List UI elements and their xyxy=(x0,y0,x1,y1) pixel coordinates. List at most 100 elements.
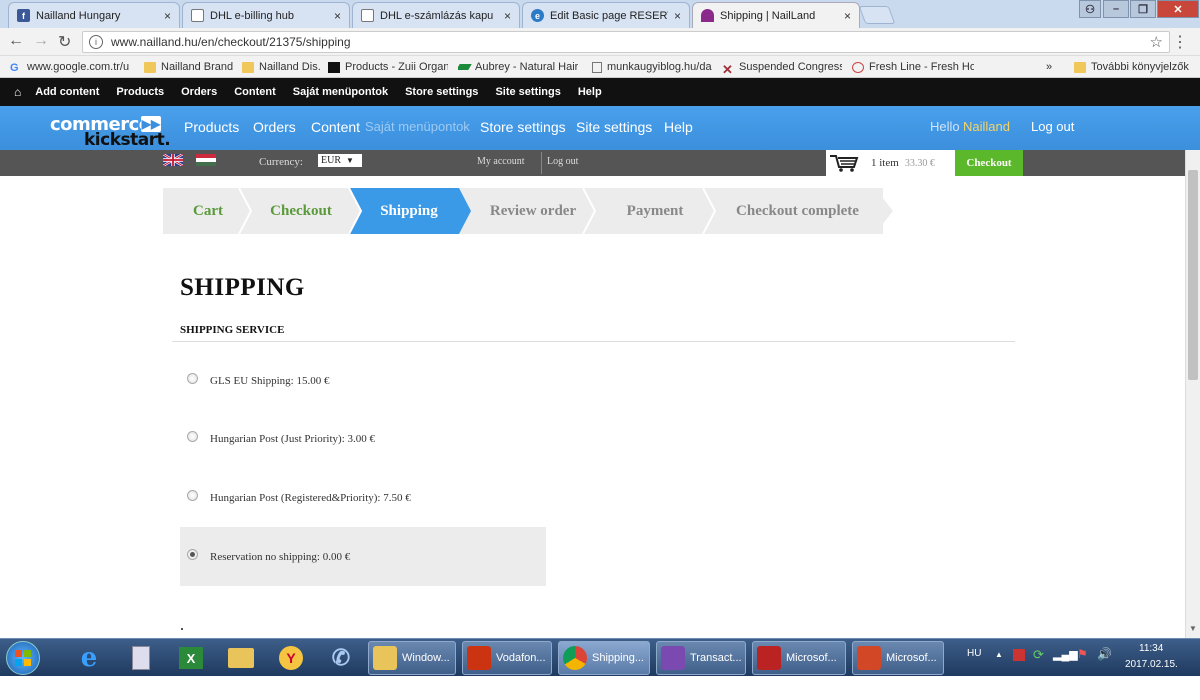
admin-menu-item[interactable]: Store settings xyxy=(405,86,478,98)
maximize-button[interactable]: ❐ xyxy=(1130,0,1156,18)
language-indicator[interactable]: HU xyxy=(967,648,981,659)
windows-start-button[interactable] xyxy=(6,641,40,675)
shipping-option-label[interactable]: Hungarian Post (Registered&Priority): 7.… xyxy=(210,492,411,504)
close-icon[interactable]: × xyxy=(504,9,511,23)
sync-icon[interactable]: ⟳ xyxy=(1033,647,1044,663)
network-icon[interactable]: ▂▄▆ xyxy=(1053,648,1078,661)
browser-tab[interactable]: e Edit Basic page RESERVA × xyxy=(522,2,690,28)
browser-tab-active[interactable]: Shipping | NailLand × xyxy=(692,2,860,28)
volume-icon[interactable]: 🔊 xyxy=(1097,647,1112,661)
checkout-button[interactable]: Checkout xyxy=(955,150,1023,176)
tray-expand-icon[interactable]: ▲ xyxy=(995,650,1003,659)
menu-icon[interactable]: ⋮ xyxy=(1172,32,1188,52)
bookmark-item[interactable]: Fresh Line - Fresh Ho xyxy=(852,59,974,75)
hungary-flag-icon[interactable] xyxy=(196,154,216,166)
nav-sajat-menupontok[interactable]: Saját menüpontok xyxy=(365,119,470,134)
bookmark-item[interactable]: munkaugyiblog.hu/da xyxy=(592,59,712,75)
clock-time[interactable]: 11:34 xyxy=(1139,643,1163,654)
back-arrow-icon[interactable]: ← xyxy=(8,32,24,50)
cart-icon xyxy=(830,155,859,172)
url-input[interactable]: i www.nailland.hu/en/checkout/21375/ship… xyxy=(82,31,1170,53)
my-account-link[interactable]: My account xyxy=(477,156,525,167)
device-icon[interactable]: ⚑ xyxy=(1077,647,1088,661)
folder-icon xyxy=(242,61,254,73)
yandex-icon[interactable]: Y xyxy=(276,643,306,673)
tab-title: Edit Basic page RESERVA xyxy=(550,9,668,22)
cart-summary[interactable]: 1 item 33.30 € xyxy=(826,150,956,176)
nav-orders[interactable]: Orders xyxy=(253,119,296,135)
admin-menu-item[interactable]: Products xyxy=(116,86,164,98)
calculator-icon[interactable] xyxy=(126,643,156,673)
step-cart[interactable]: Cart xyxy=(163,188,253,234)
info-icon[interactable]: i xyxy=(89,35,103,49)
action-center-icon[interactable] xyxy=(1013,649,1025,661)
taskbar-window-button[interactable]: Vodafon... xyxy=(462,641,552,675)
admin-menu-item[interactable]: Site settings xyxy=(495,86,560,98)
new-tab-button[interactable] xyxy=(858,6,896,24)
shipping-option-label[interactable]: GLS EU Shipping: 15.00 € xyxy=(210,375,329,387)
nav-content[interactable]: Content xyxy=(311,119,360,135)
other-bookmarks-folder[interactable]: További könyvjelzők xyxy=(1074,59,1196,75)
nav-products[interactable]: Products xyxy=(184,119,239,135)
shipping-option-label[interactable]: Hungarian Post (Just Priority): 3.00 € xyxy=(210,433,375,445)
taskbar-window-button[interactable]: Window... xyxy=(368,641,456,675)
hello-text: Hello xyxy=(930,119,960,134)
currency-select[interactable]: EUR ▼ xyxy=(318,154,362,167)
shipping-option-label[interactable]: Reservation no shipping: 0.00 € xyxy=(210,551,350,563)
shipping-radio-reservation[interactable] xyxy=(187,549,198,560)
nav-store-settings[interactable]: Store settings xyxy=(480,119,566,135)
shipping-radio-post-priority[interactable] xyxy=(187,431,198,442)
internet-explorer-icon[interactable]: e xyxy=(74,643,104,673)
more-bookmarks-button[interactable]: » xyxy=(1046,59,1060,75)
scroll-down-icon[interactable]: ▼ xyxy=(1189,624,1197,633)
shipping-radio-post-registered[interactable] xyxy=(187,490,198,501)
admin-menu-item[interactable]: Saját menüpontok xyxy=(293,86,388,98)
nav-site-settings[interactable]: Site settings xyxy=(576,119,652,135)
close-icon[interactable]: × xyxy=(674,9,681,23)
browser-tab[interactable]: DHL e-számlázás kapu × xyxy=(352,2,520,28)
bookmark-star-icon[interactable]: ☆ xyxy=(1150,33,1163,51)
taskbar-window-button[interactable]: Microsof... xyxy=(752,641,846,675)
step-checkout[interactable]: Checkout xyxy=(251,188,351,234)
taskbar-window-button[interactable]: Transact... xyxy=(656,641,746,675)
shipping-radio-gls[interactable] xyxy=(187,373,198,384)
minimize-button[interactable]: – xyxy=(1103,0,1129,18)
admin-menu-item[interactable]: Orders xyxy=(181,86,217,98)
scrollbar-thumb[interactable] xyxy=(1188,170,1198,380)
logout-link[interactable]: Log out xyxy=(1031,119,1074,134)
browser-tab[interactable]: DHL e-billing hub × xyxy=(182,2,350,28)
nav-help[interactable]: Help xyxy=(664,119,693,135)
commerce-kickstart-logo[interactable]: commerce kickstart. ▶▶ xyxy=(50,112,171,150)
close-window-button[interactable]: ✕ xyxy=(1157,0,1199,18)
bookmark-item[interactable]: Nailland Dis. xyxy=(242,59,322,75)
bookmark-label: Aubrey - Natural Hair xyxy=(475,61,578,73)
bookmark-item[interactable]: Aubrey - Natural Hair xyxy=(458,59,578,75)
clock-date[interactable]: 2017.02.15. xyxy=(1125,659,1178,670)
bookmark-item[interactable]: G www.google.com.tr/u xyxy=(10,59,134,75)
admin-menu-item[interactable]: Help xyxy=(578,86,602,98)
excel-icon[interactable]: X xyxy=(176,643,206,673)
taskbar-window-button-active[interactable]: Shipping... xyxy=(558,641,650,675)
home-icon[interactable]: ⌂ xyxy=(14,85,21,99)
phone-app-icon[interactable]: ✆ xyxy=(326,643,356,673)
close-icon[interactable]: × xyxy=(334,9,341,23)
user-icon[interactable]: ⚇ xyxy=(1079,0,1101,18)
reload-icon[interactable]: ↻ xyxy=(58,32,71,52)
page-scrollbar[interactable]: ▼ xyxy=(1185,150,1200,638)
folder-icon xyxy=(373,646,397,670)
google-icon: G xyxy=(10,61,19,74)
user-name-link[interactable]: Nailland xyxy=(963,119,1010,134)
bookmark-item[interactable]: Nailland Brand xyxy=(144,59,244,75)
forward-arrow-icon[interactable]: → xyxy=(33,32,49,50)
browser-tab[interactable]: f Nailland Hungary × xyxy=(8,2,180,28)
admin-menu-item[interactable]: Add content xyxy=(35,86,99,98)
file-explorer-icon[interactable] xyxy=(226,643,256,673)
admin-menu-item[interactable]: Content xyxy=(234,86,276,98)
taskbar-window-button[interactable]: Microsof... xyxy=(852,641,944,675)
store-logout-link[interactable]: Log out xyxy=(547,156,578,167)
bookmark-item[interactable]: Products - Zuii Organ xyxy=(328,59,448,75)
close-icon[interactable]: × xyxy=(164,9,171,23)
uk-flag-icon[interactable] xyxy=(163,154,183,166)
bookmark-item[interactable]: ✕ Suspended Congress xyxy=(722,59,842,75)
close-icon[interactable]: × xyxy=(844,9,851,23)
